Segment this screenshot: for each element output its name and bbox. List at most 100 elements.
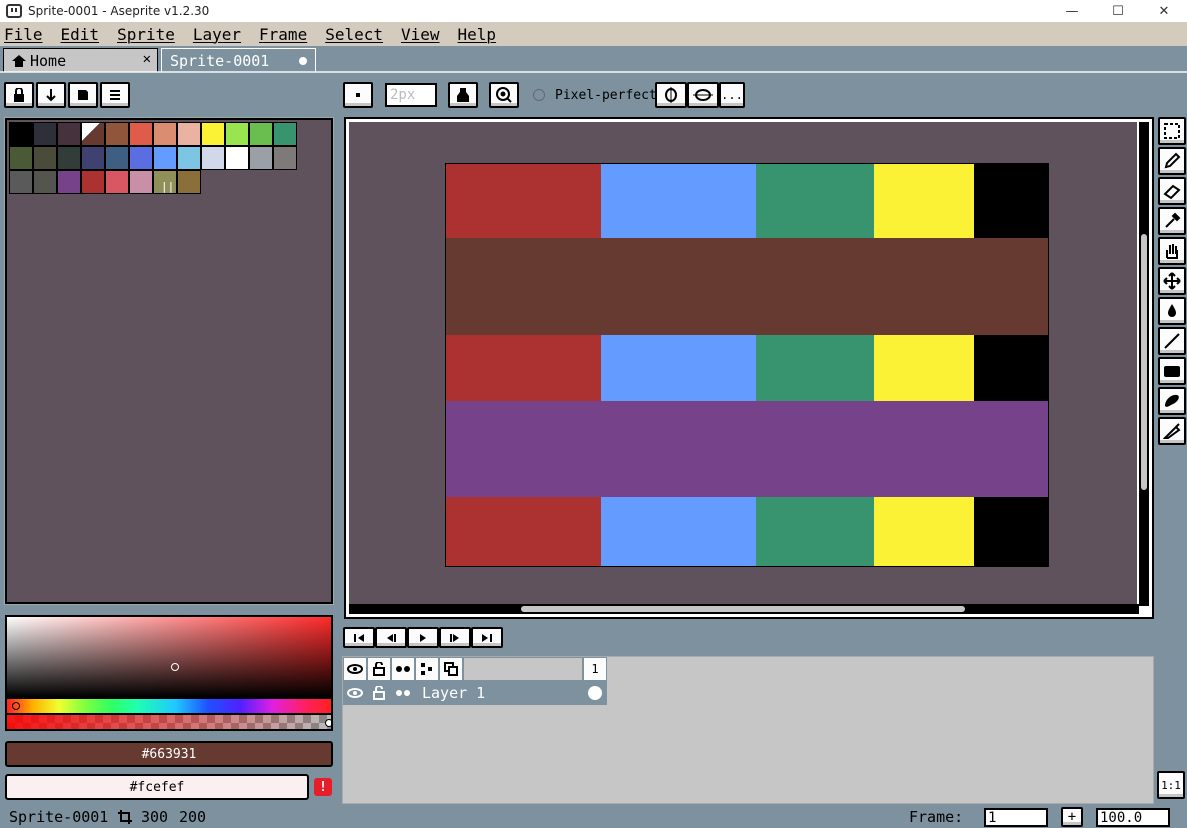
pencil-tool-button[interactable] (1158, 147, 1186, 175)
blur-tool-button[interactable] (1158, 417, 1186, 445)
layer-lock-toggle[interactable] (367, 681, 391, 705)
menu-edit[interactable]: Edit (61, 25, 100, 44)
palette-swatch[interactable] (9, 146, 33, 170)
vertical-scrollbar[interactable] (1139, 122, 1149, 606)
pixel-perfect-checkbox[interactable] (533, 89, 545, 101)
canvas-editor[interactable] (344, 117, 1154, 619)
zoom-input[interactable]: 100.0 (1096, 808, 1170, 827)
unsaved-dot-icon[interactable] (299, 57, 307, 65)
alpha-selector-icon[interactable] (325, 719, 331, 727)
opacity-button[interactable] (489, 82, 519, 108)
eyedropper-tool-button[interactable] (1158, 207, 1186, 235)
palette-resize-grip[interactable]: || (161, 180, 174, 193)
move-tool-button[interactable] (1158, 267, 1186, 295)
more-options-button[interactable]: ... (719, 82, 745, 108)
horizontal-scrollbar[interactable] (349, 604, 1139, 614)
last-frame-button[interactable] (471, 627, 503, 648)
frame-input[interactable]: 1 (984, 808, 1048, 827)
palette-swatch[interactable] (273, 146, 297, 170)
add-frame-button[interactable]: + (1061, 807, 1083, 827)
play-button[interactable] (407, 627, 439, 648)
palette-swatch[interactable] (105, 170, 129, 194)
palette-swatch[interactable] (57, 146, 81, 170)
palette-swatch[interactable] (129, 146, 153, 170)
palette-swatch[interactable] (81, 146, 105, 170)
frame-header-1[interactable]: 1 (583, 657, 607, 681)
palette-swatch[interactable] (225, 122, 249, 146)
close-window-button[interactable]: ✕ (1141, 0, 1187, 22)
minimize-button[interactable]: — (1049, 0, 1095, 22)
palette-swatch[interactable] (129, 170, 153, 194)
previous-frame-button[interactable] (375, 627, 407, 648)
vertical-scroll-thumb[interactable] (1141, 234, 1147, 490)
timeline-onion-skin-header[interactable] (439, 657, 463, 681)
palette-swatch[interactable] (225, 146, 249, 170)
palette-swatch[interactable] (33, 122, 57, 146)
timeline-panel[interactable]: 1 Layer 1 (342, 656, 1154, 804)
palette-swatch[interactable] (153, 122, 177, 146)
palette-swatch[interactable] (129, 122, 153, 146)
palette-swatch[interactable] (81, 122, 105, 146)
menu-file[interactable]: File (4, 25, 43, 44)
palette-swatch[interactable] (177, 146, 201, 170)
tab-home[interactable]: Home ✕ (3, 48, 158, 72)
sv-selector-icon[interactable] (171, 663, 179, 671)
symmetry-horizontal-button[interactable] (687, 82, 719, 108)
timeline-lock-header[interactable] (367, 657, 391, 681)
palette-swatch[interactable] (153, 146, 177, 170)
first-frame-button[interactable] (343, 627, 375, 648)
menu-layer[interactable]: Layer (193, 25, 241, 44)
tab-sprite[interactable]: Sprite-0001 (161, 48, 316, 72)
layer-continuous-toggle[interactable] (391, 681, 415, 705)
palette-swatch[interactable] (105, 146, 129, 170)
sprite-canvas[interactable] (445, 163, 1049, 567)
rect-select-tool-button[interactable] (1158, 117, 1186, 145)
palette-menu-button[interactable] (100, 82, 130, 108)
alpha-slider[interactable] (7, 715, 331, 729)
palette-swatch[interactable] (105, 122, 129, 146)
canvas-background[interactable] (349, 122, 1137, 605)
hue-selector-icon[interactable] (12, 702, 20, 710)
palette-swatch[interactable] (81, 170, 105, 194)
cel-frame-1[interactable] (583, 681, 607, 705)
hue-slider[interactable] (7, 699, 331, 713)
timeline-layers-header[interactable] (415, 657, 439, 681)
palette-swatch[interactable] (33, 146, 57, 170)
palette-sort-button[interactable] (36, 82, 66, 108)
palette-swatch[interactable] (201, 146, 225, 170)
palette-swatch[interactable] (57, 170, 81, 194)
warning-icon[interactable]: ! (314, 778, 332, 796)
layer-visibility-toggle[interactable] (343, 681, 367, 705)
menu-sprite[interactable]: Sprite (117, 25, 175, 44)
next-frame-button[interactable] (439, 627, 471, 648)
zoom-fit-button[interactable]: 1:1 (1157, 771, 1185, 799)
palette-swatch[interactable] (201, 122, 225, 146)
layer-name[interactable]: Layer 1 (415, 681, 583, 705)
timeline-visibility-header[interactable] (343, 657, 367, 681)
contour-tool-button[interactable] (1158, 387, 1186, 415)
menu-view[interactable]: View (401, 25, 440, 44)
symmetry-vertical-button[interactable] (655, 82, 687, 108)
palette-swatch[interactable] (33, 170, 57, 194)
menu-help[interactable]: Help (458, 25, 497, 44)
hand-tool-button[interactable] (1158, 237, 1186, 265)
palette-swatch[interactable] (177, 122, 201, 146)
palette-swatch[interactable] (9, 122, 33, 146)
saturation-value-area[interactable] (7, 617, 331, 697)
maximize-button[interactable]: ☐ (1095, 0, 1141, 22)
palette-swatch[interactable] (273, 122, 297, 146)
menu-select[interactable]: Select (325, 25, 383, 44)
horizontal-scroll-thumb[interactable] (521, 606, 965, 612)
rectangle-tool-button[interactable] (1158, 357, 1186, 385)
ink-button[interactable] (448, 82, 478, 108)
close-tab-icon[interactable]: ✕ (143, 51, 151, 67)
color-picker[interactable] (5, 615, 333, 731)
paint-bucket-tool-button[interactable] (1158, 297, 1186, 325)
background-color-field[interactable]: #fcefef (5, 774, 309, 800)
palette-lock-button[interactable] (4, 82, 34, 108)
eraser-tool-button[interactable] (1158, 177, 1186, 205)
palette-swatch[interactable] (249, 146, 273, 170)
line-tool-button[interactable] (1158, 327, 1186, 355)
palette-swatch[interactable] (57, 122, 81, 146)
palette-save-button[interactable] (68, 82, 98, 108)
